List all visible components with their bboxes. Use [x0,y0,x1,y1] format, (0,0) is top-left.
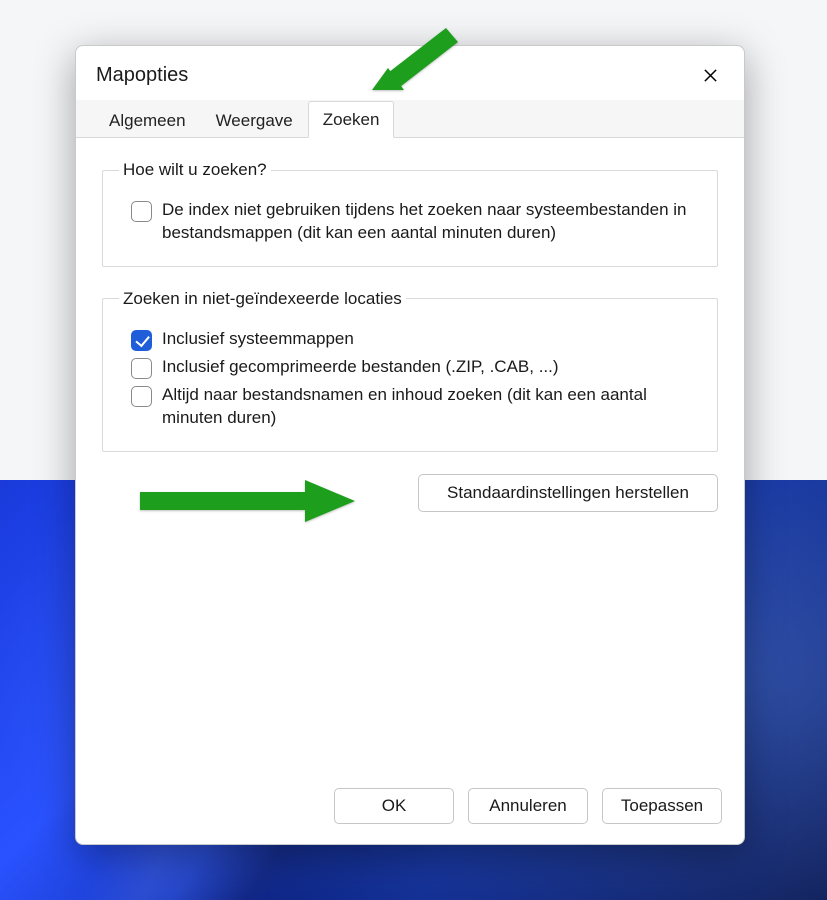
dialog-title: Mapopties [96,64,188,87]
folder-options-dialog: Mapopties Algemeen Weergave Zoeken Hoe w… [75,45,745,845]
close-button[interactable] [692,60,728,90]
label-do-not-use-index: De index niet gebruiken tijdens het zoek… [162,199,701,245]
checkbox-include-compressed[interactable] [131,358,152,379]
group-non-indexed-legend: Zoeken in niet-geïndexeerde locaties [119,289,406,309]
label-include-compressed: Inclusief gecomprimeerde bestanden (.ZIP… [162,356,559,379]
option-include-system-folders[interactable]: Inclusief systeemmappen [131,328,701,351]
tab-content-search: Hoe wilt u zoeken? De index niet gebruik… [76,138,744,774]
group-non-indexed: Zoeken in niet-geïndexeerde locaties Inc… [102,289,718,452]
checkbox-always-filenames-content[interactable] [131,386,152,407]
dialog-footer: OK Annuleren Toepassen [76,774,744,844]
option-always-filenames-content[interactable]: Altijd naar bestandsnamen en inhoud zoek… [131,384,701,430]
checkbox-include-system-folders[interactable] [131,330,152,351]
cancel-button[interactable]: Annuleren [468,788,588,824]
close-icon [703,68,718,83]
tab-strip: Algemeen Weergave Zoeken [76,100,744,138]
group-how-to-search-legend: Hoe wilt u zoeken? [119,160,271,180]
checkbox-do-not-use-index[interactable] [131,201,152,222]
option-include-compressed[interactable]: Inclusief gecomprimeerde bestanden (.ZIP… [131,356,701,379]
apply-button[interactable]: Toepassen [602,788,722,824]
restore-defaults-row: Standaardinstellingen herstellen [102,474,718,512]
option-do-not-use-index[interactable]: De index niet gebruiken tijdens het zoek… [131,199,701,245]
titlebar: Mapopties [76,46,744,100]
tab-general[interactable]: Algemeen [94,102,201,138]
group-how-to-search: Hoe wilt u zoeken? De index niet gebruik… [102,160,718,267]
label-always-filenames-content: Altijd naar bestandsnamen en inhoud zoek… [162,384,701,430]
ok-button[interactable]: OK [334,788,454,824]
label-include-system-folders: Inclusief systeemmappen [162,328,354,351]
tab-search[interactable]: Zoeken [308,101,395,138]
tab-view[interactable]: Weergave [201,102,308,138]
restore-defaults-button[interactable]: Standaardinstellingen herstellen [418,474,718,512]
